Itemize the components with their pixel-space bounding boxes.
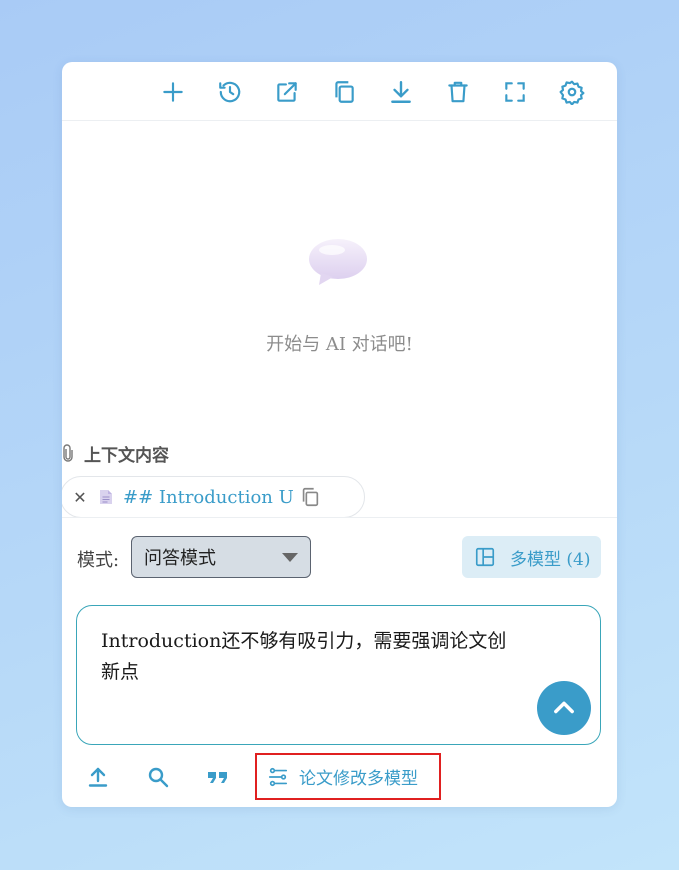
trash-icon <box>448 81 468 103</box>
copy-icon[interactable] <box>299 486 321 508</box>
multi-model-label: 多模型 (4) <box>510 549 591 570</box>
search-button[interactable] <box>145 764 171 790</box>
chat-bubble-icon <box>309 239 367 285</box>
layout-panel-icon <box>475 547 495 567</box>
copy-icon <box>335 81 354 103</box>
context-chip[interactable]: ✕ ## Introduction Und... <box>62 476 365 518</box>
history-button[interactable] <box>216 78 244 106</box>
mode-selected-value: 问答模式 <box>144 548 216 569</box>
delete-button[interactable] <box>444 78 472 106</box>
chevron-down-icon <box>282 552 298 562</box>
plus-icon <box>163 82 183 102</box>
upload-button[interactable] <box>85 764 111 790</box>
document-icon <box>100 490 112 504</box>
context-chip-label: ## Introduction Und... <box>123 486 293 508</box>
fullscreen-button[interactable] <box>501 78 529 106</box>
gear-icon <box>559 80 585 105</box>
quote-button[interactable] <box>205 764 231 790</box>
context-header: 上下文内容 <box>62 442 169 466</box>
new-chat-button[interactable] <box>159 78 187 106</box>
remove-context-button[interactable]: ✕ <box>71 488 89 507</box>
toolbar <box>62 62 617 121</box>
preset-label: 论文修改多模型 <box>299 769 418 789</box>
preset-button[interactable]: 论文修改多模型 <box>255 753 441 800</box>
chat-panel: 开始与 AI 对话吧! 上下文内容 ✕ ## Introduction Und.… <box>62 62 617 807</box>
history-icon <box>219 81 241 103</box>
settings-button[interactable] <box>558 78 586 106</box>
fullscreen-icon <box>505 82 525 102</box>
download-button[interactable] <box>387 78 415 106</box>
upload-icon <box>88 767 108 787</box>
context-title: 上下文内容 <box>84 445 169 466</box>
paperclip-icon <box>63 444 73 462</box>
quote-icon <box>208 772 227 783</box>
divider <box>62 517 617 518</box>
multi-model-button[interactable]: 多模型 (4) <box>462 536 601 578</box>
send-button[interactable] <box>537 681 591 735</box>
open-external-icon <box>277 82 297 102</box>
sliders-icon <box>268 767 288 786</box>
search-icon <box>148 767 169 788</box>
copy-button[interactable] <box>330 78 358 106</box>
download-icon <box>391 81 411 103</box>
chevron-up-icon <box>554 701 574 714</box>
mode-label: 模式: <box>77 550 120 571</box>
open-external-button[interactable] <box>273 78 301 106</box>
mode-select[interactable]: 问答模式 <box>131 536 311 578</box>
empty-state-message: 开始与 AI 对话吧! <box>266 334 413 355</box>
message-input[interactable]: Introduction还不够有吸引力，需要强调论文创新点 <box>76 605 601 745</box>
message-input-text[interactable]: Introduction还不够有吸引力，需要强调论文创新点 <box>101 626 521 688</box>
